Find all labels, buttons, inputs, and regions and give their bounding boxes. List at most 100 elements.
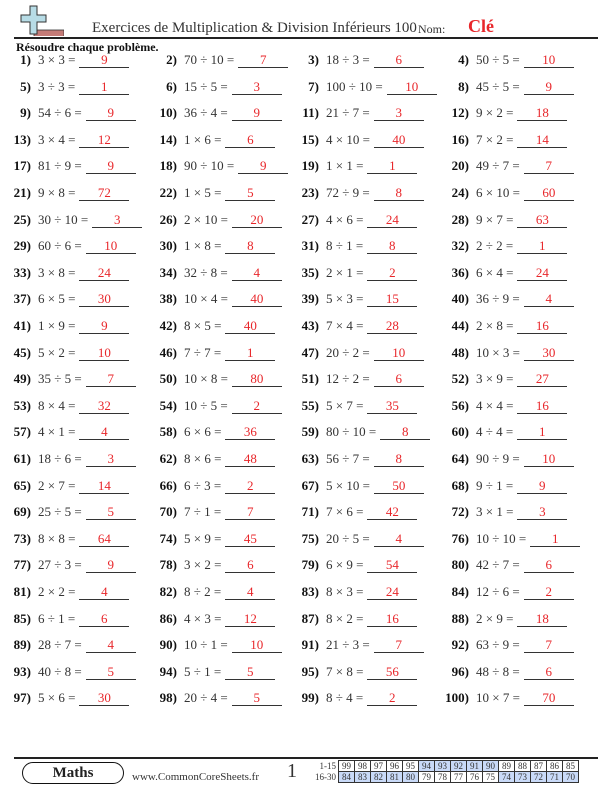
answer-field[interactable]: 4: [85, 638, 136, 654]
answer-field[interactable]: 6: [523, 664, 574, 680]
answer-field[interactable]: 7: [85, 372, 136, 388]
answer-field[interactable]: 14: [517, 132, 568, 148]
answer-field[interactable]: 9: [85, 106, 136, 122]
answer-field[interactable]: 3: [92, 212, 143, 228]
answer-field[interactable]: 4: [225, 585, 276, 600]
answer-field[interactable]: 28: [367, 319, 418, 334]
answer-field[interactable]: 6: [79, 611, 130, 627]
answer-field[interactable]: 16: [517, 398, 568, 414]
answer-field[interactable]: 27: [517, 372, 568, 388]
answer-field[interactable]: 7: [373, 638, 424, 654]
answer-field[interactable]: 10: [523, 53, 574, 68]
answer-field[interactable]: 42: [367, 505, 418, 521]
answer-field[interactable]: 7: [523, 159, 574, 175]
answer-field[interactable]: 1: [367, 159, 418, 175]
answer-field[interactable]: 40: [225, 319, 276, 334]
answer-field[interactable]: 8: [225, 239, 276, 255]
answer-field[interactable]: 24: [517, 265, 568, 281]
answer-field[interactable]: 60: [523, 186, 574, 201]
answer-field[interactable]: 6: [225, 558, 276, 574]
answer-field[interactable]: 18: [517, 611, 568, 627]
answer-field[interactable]: 10: [523, 452, 574, 467]
answer-field[interactable]: 1: [225, 345, 276, 361]
answer-field[interactable]: 10: [231, 638, 282, 654]
answer-field[interactable]: 48: [225, 452, 276, 467]
answer-field[interactable]: 4: [79, 425, 130, 441]
answer-field[interactable]: 16: [367, 611, 418, 627]
answer-field[interactable]: 5: [225, 186, 276, 201]
answer-field[interactable]: 9: [85, 558, 136, 574]
answer-field[interactable]: 3: [373, 106, 424, 122]
answer-field[interactable]: 2: [225, 478, 276, 494]
answer-field[interactable]: 70: [523, 691, 574, 707]
answer-field[interactable]: 24: [367, 585, 418, 600]
answer-field[interactable]: 2: [523, 585, 574, 600]
answer-field[interactable]: 18: [517, 106, 568, 122]
answer-field[interactable]: 24: [79, 265, 130, 281]
answer-field[interactable]: 4: [523, 292, 574, 308]
answer-field[interactable]: 40: [373, 132, 424, 148]
answer-field[interactable]: 10: [79, 345, 130, 361]
answer-field[interactable]: 7: [238, 53, 289, 68]
answer-field[interactable]: 2: [367, 691, 418, 707]
answer-field[interactable]: 9: [85, 159, 136, 175]
answer-field[interactable]: 20: [231, 212, 282, 228]
answer-field[interactable]: 3: [85, 452, 136, 467]
answer-field[interactable]: 6: [373, 53, 424, 68]
answer-field[interactable]: 56: [367, 664, 418, 680]
answer-field[interactable]: 40: [231, 292, 282, 308]
answer-field[interactable]: 3: [231, 79, 282, 95]
answer-field[interactable]: 1: [79, 79, 130, 95]
answer-field[interactable]: 7: [523, 638, 574, 654]
answer-field[interactable]: 9: [523, 79, 574, 95]
answer-field[interactable]: 50: [373, 478, 424, 494]
answer-field[interactable]: 8: [373, 452, 424, 467]
answer-field[interactable]: 8: [367, 239, 418, 255]
answer-field[interactable]: 4: [373, 531, 424, 547]
answer-field[interactable]: 6: [523, 558, 574, 574]
answer-field[interactable]: 9: [79, 319, 130, 334]
answer-field[interactable]: 72: [79, 186, 130, 201]
answer-field[interactable]: 6: [373, 372, 424, 388]
answer-field[interactable]: 30: [79, 292, 130, 308]
answer-field[interactable]: 12: [79, 132, 130, 148]
answer-field[interactable]: 9: [231, 106, 282, 122]
answer-field[interactable]: 5: [231, 691, 282, 707]
answer-field[interactable]: 15: [367, 292, 418, 308]
answer-field[interactable]: 80: [231, 372, 282, 388]
answer-field[interactable]: 6: [225, 132, 276, 148]
answer-field[interactable]: 16: [517, 319, 568, 334]
answer-field[interactable]: 24: [367, 212, 418, 228]
answer-field[interactable]: 12: [225, 611, 276, 627]
answer-field[interactable]: 2: [367, 265, 418, 281]
answer-field[interactable]: 3: [517, 505, 568, 521]
answer-field[interactable]: 7: [225, 505, 276, 521]
answer-field[interactable]: 10: [85, 239, 136, 255]
answer-field[interactable]: 54: [367, 558, 418, 574]
answer-field[interactable]: 5: [225, 664, 276, 680]
answer-field[interactable]: 1: [530, 531, 581, 547]
answer-field[interactable]: 30: [79, 691, 130, 707]
answer-field[interactable]: 5: [85, 505, 136, 521]
answer-field[interactable]: 36: [225, 425, 276, 441]
answer-field[interactable]: 30: [523, 345, 574, 361]
answer-field[interactable]: 10: [373, 345, 424, 361]
answer-field[interactable]: 8: [373, 186, 424, 201]
answer-field[interactable]: 1: [517, 239, 568, 255]
answer-field[interactable]: 64: [79, 531, 130, 547]
answer-field[interactable]: 14: [79, 478, 130, 494]
answer-field[interactable]: 5: [85, 664, 136, 680]
answer-field[interactable]: 32: [79, 398, 130, 414]
answer-field[interactable]: 9: [238, 159, 289, 175]
answer-field[interactable]: 9: [79, 53, 130, 68]
answer-field[interactable]: 35: [367, 398, 418, 414]
answer-field[interactable]: 45: [225, 531, 276, 547]
answer-field[interactable]: 4: [231, 265, 282, 281]
answer-field[interactable]: 63: [517, 212, 568, 228]
answer-field[interactable]: 8: [380, 425, 431, 441]
answer-field[interactable]: 9: [517, 478, 568, 494]
answer-field[interactable]: 10: [386, 79, 437, 95]
answer-field[interactable]: 2: [231, 398, 282, 414]
answer-field[interactable]: 1: [517, 425, 568, 441]
answer-field[interactable]: 4: [79, 585, 130, 600]
